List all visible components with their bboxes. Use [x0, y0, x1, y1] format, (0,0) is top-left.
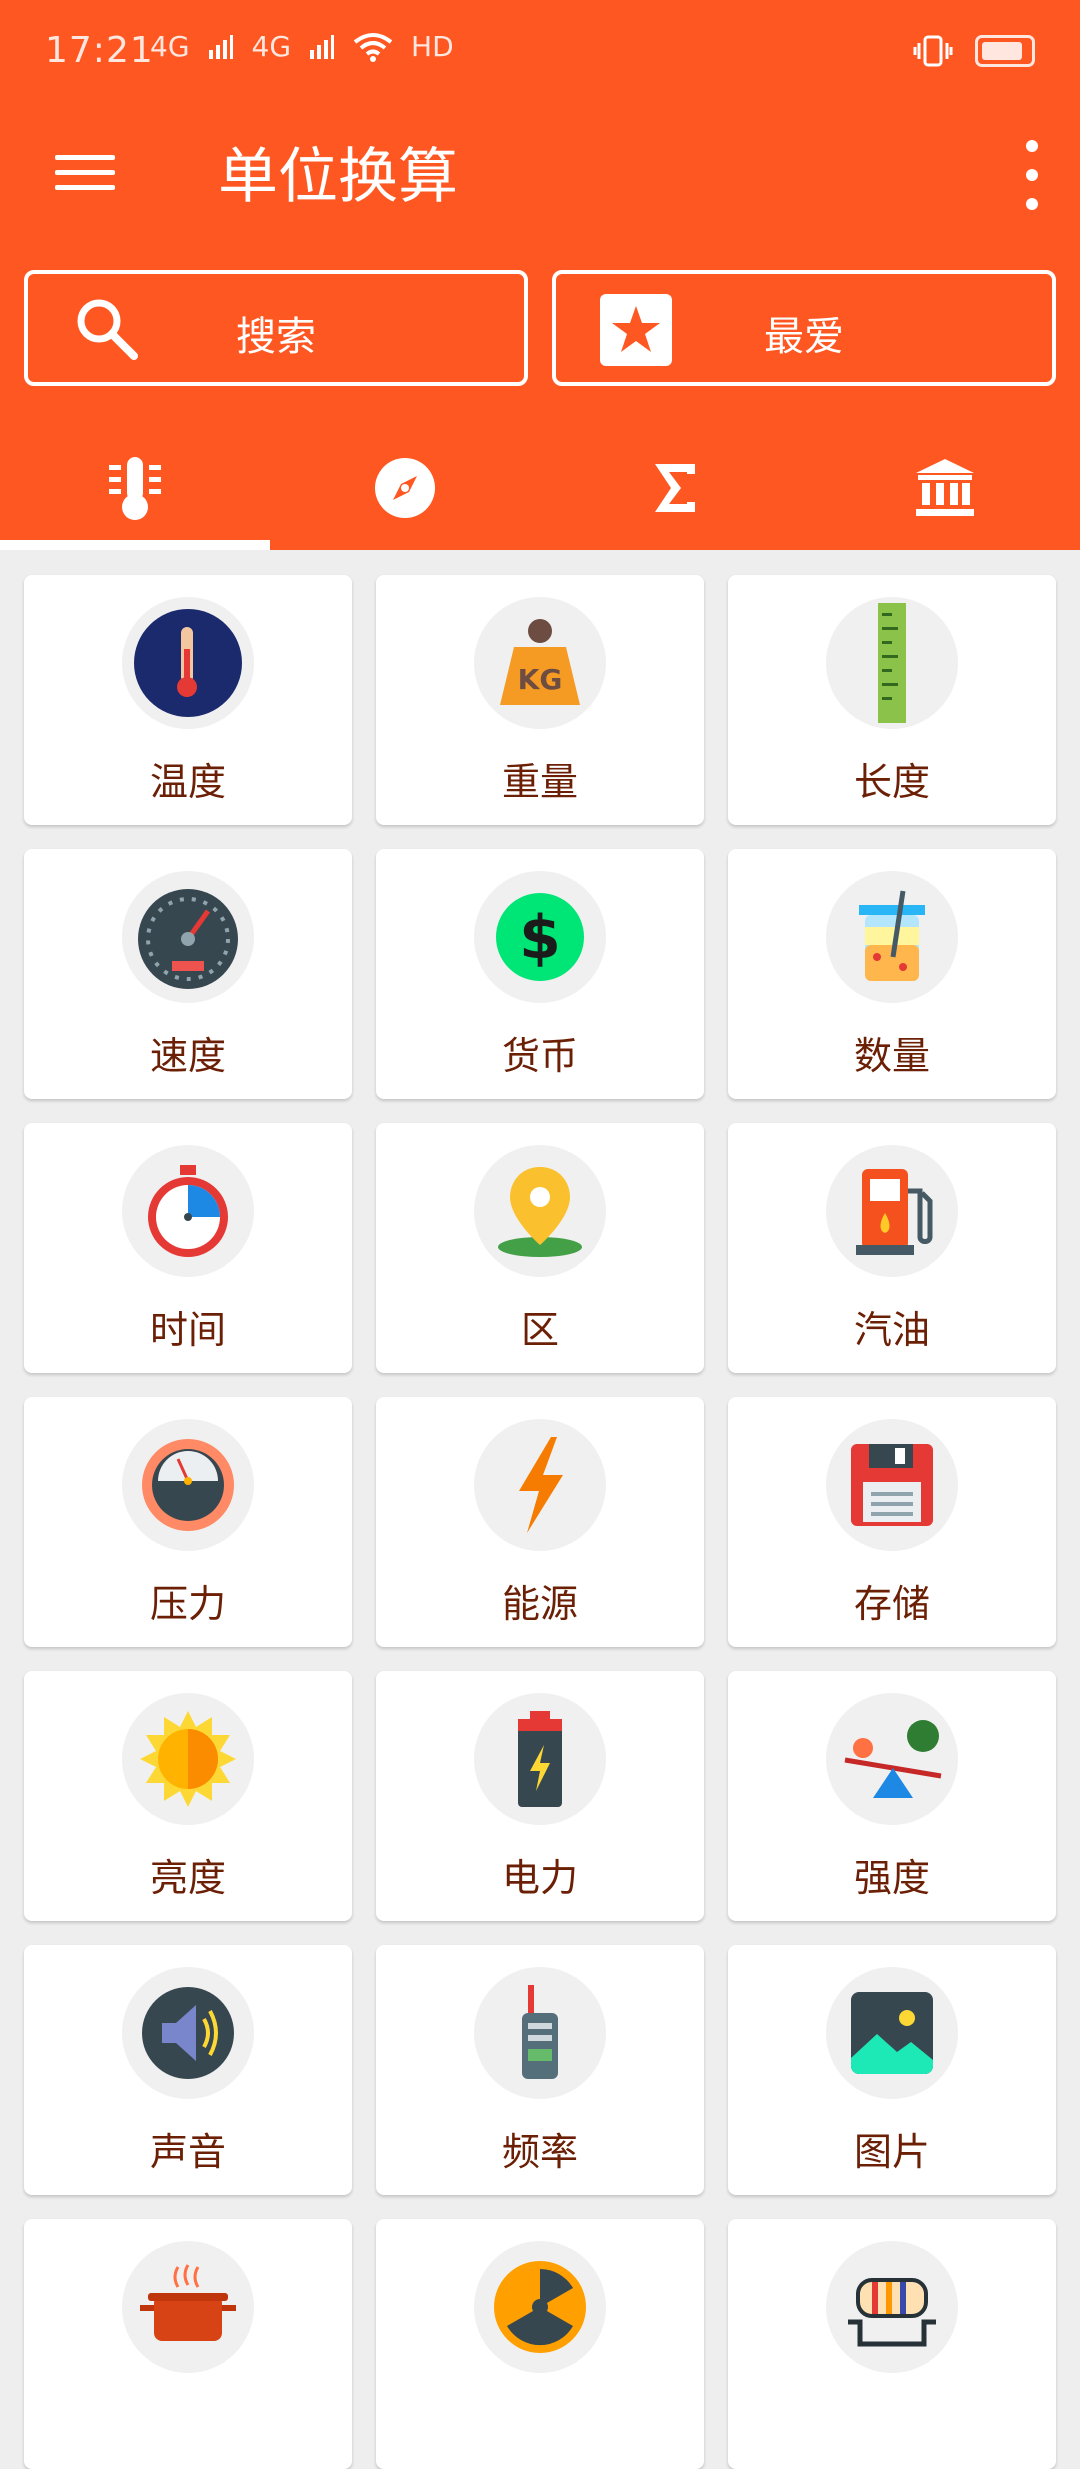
- category-label: 声音: [149, 2130, 226, 2174]
- category-label: 货币: [501, 1034, 578, 1078]
- search-label: 搜索: [236, 314, 316, 360]
- weight-icon: KG: [500, 619, 580, 705]
- network-indicators: 4G 4G HD: [150, 30, 454, 63]
- search-button[interactable]: 搜索: [24, 270, 528, 386]
- signal-4g-label: 4G: [150, 30, 190, 63]
- category-label: 区: [520, 1308, 559, 1352]
- walkie-talkie-icon: [522, 1985, 558, 2079]
- thermometer-icon: [134, 609, 242, 717]
- tab-finance[interactable]: [810, 425, 1080, 550]
- dollar-icon: $: [496, 893, 584, 981]
- tab-physical[interactable]: [0, 425, 270, 550]
- resistor-icon: [848, 2278, 936, 2347]
- favorites-button[interactable]: 最爱: [552, 270, 1056, 386]
- lightning-icon: [519, 1437, 563, 1533]
- category-label: 图片: [853, 2130, 930, 2174]
- image-icon: [851, 1992, 933, 2074]
- tab-indicator: [0, 540, 270, 550]
- category-card-temperature[interactable]: 温度: [24, 575, 352, 825]
- category-label: 电力: [501, 1856, 578, 1900]
- status-right: [913, 34, 1035, 68]
- cooking-pot-icon: [140, 2264, 236, 2341]
- speedometer-icon: [138, 889, 238, 989]
- bank-icon: [916, 458, 974, 516]
- svg-text:KG: KG: [518, 663, 563, 696]
- category-card-energy[interactable]: 能源: [376, 1397, 704, 1647]
- category-label: 亮度: [149, 1856, 226, 1900]
- ruler-icon: [878, 603, 906, 723]
- app-bar: 单位换算: [0, 110, 1080, 270]
- category-card-cooking[interactable]: [24, 2219, 352, 2469]
- speaker-icon: [142, 1987, 234, 2079]
- category-label: 温度: [149, 760, 226, 804]
- signal-bars-icon: [310, 34, 335, 59]
- stopwatch-icon: [148, 1165, 228, 1257]
- category-label: 存储: [853, 1582, 930, 1626]
- category-label: 频率: [501, 2130, 578, 2174]
- fuel-pump-icon: [856, 1169, 933, 1255]
- category-card-time[interactable]: 时间: [24, 1123, 352, 1373]
- category-card-length[interactable]: 长度: [728, 575, 1056, 825]
- category-card-power[interactable]: 电力: [376, 1671, 704, 1921]
- category-label: 压力: [149, 1582, 226, 1626]
- compass-icon: [375, 457, 435, 518]
- page-title: 单位换算: [218, 142, 458, 212]
- map-pin-icon: [498, 1167, 582, 1257]
- category-label: 重量: [501, 760, 578, 804]
- category-card-brightness[interactable]: 亮度: [24, 1671, 352, 1921]
- category-card-quantity[interactable]: 数量: [728, 849, 1056, 1099]
- floppy-disk-icon: [851, 1444, 933, 1526]
- signal-4g-label-2: 4G: [251, 30, 292, 63]
- signal-bars-icon: [208, 34, 233, 59]
- battery-icon: [518, 1711, 562, 1807]
- wifi-icon: [353, 32, 393, 62]
- category-card-resistor[interactable]: [728, 2219, 1056, 2469]
- category-label: 长度: [853, 760, 930, 804]
- pressure-gauge-icon: [142, 1439, 234, 1531]
- sun-icon: [140, 1711, 236, 1807]
- more-options-icon[interactable]: [1022, 140, 1042, 210]
- category-card-image[interactable]: 图片: [728, 1945, 1056, 2195]
- category-label: 速度: [149, 1034, 226, 1078]
- favorites-label: 最爱: [764, 314, 844, 360]
- tab-math[interactable]: [540, 425, 810, 550]
- category-label: 时间: [149, 1308, 226, 1352]
- thermometer-list-icon: [109, 456, 161, 520]
- vibrate-icon: [913, 35, 953, 67]
- category-card-storage[interactable]: 存储: [728, 1397, 1056, 1647]
- category-card-currency[interactable]: $ 货币: [376, 849, 704, 1099]
- svg-text:$: $: [519, 903, 561, 973]
- category-label: 数量: [853, 1034, 930, 1078]
- category-label: 汽油: [853, 1308, 930, 1352]
- category-card-intensity[interactable]: 强度: [728, 1671, 1056, 1921]
- status-bar: 17:21 4G 4G HD: [0, 0, 1080, 110]
- category-card-fuel[interactable]: 汽油: [728, 1123, 1056, 1373]
- menu-icon[interactable]: [55, 145, 115, 205]
- tab-navigation[interactable]: [270, 425, 540, 550]
- category-card-sound[interactable]: 声音: [24, 1945, 352, 2195]
- status-time: 17:21: [45, 30, 154, 71]
- seesaw-icon: [844, 1720, 942, 1798]
- beaker-icon: [859, 890, 925, 981]
- sigma-icon: [655, 463, 695, 512]
- category-card-weight[interactable]: KG 重量: [376, 575, 704, 825]
- hd-label: HD: [411, 30, 454, 63]
- category-label: 强度: [853, 1856, 930, 1900]
- category-card-pressure[interactable]: 压力: [24, 1397, 352, 1647]
- radiation-icon: [494, 2261, 586, 2353]
- category-card-area[interactable]: 区: [376, 1123, 704, 1373]
- category-card-frequency[interactable]: 频率: [376, 1945, 704, 2195]
- category-card-speed[interactable]: 速度: [24, 849, 352, 1099]
- category-card-radiation[interactable]: [376, 2219, 704, 2469]
- category-tabs: [0, 425, 1080, 550]
- category-label: 能源: [501, 1582, 578, 1626]
- battery-icon: [975, 35, 1035, 67]
